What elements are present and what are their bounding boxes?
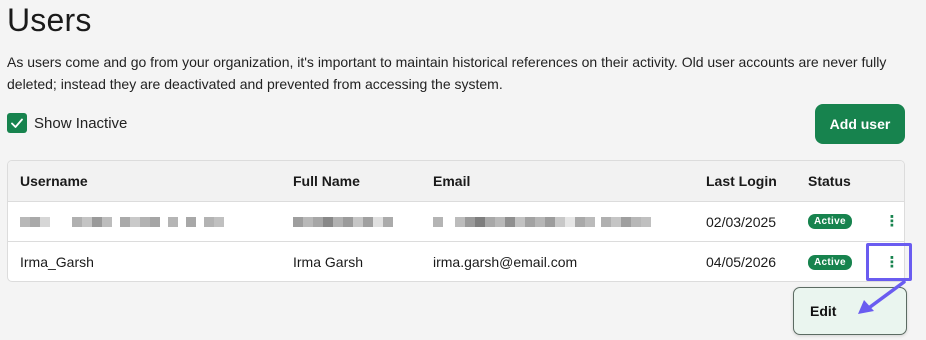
kebab-menu-icon[interactable]: ⋮: [885, 214, 900, 229]
redacted-email: [433, 202, 651, 241]
show-inactive-label: Show Inactive: [34, 114, 128, 132]
last-login: 02/03/2025: [706, 213, 777, 230]
edit-menu-item[interactable]: Edit: [810, 303, 836, 319]
column-header-status[interactable]: Status: [808, 161, 851, 201]
redacted-full-name: [293, 202, 393, 241]
column-header-email[interactable]: Email: [433, 161, 470, 201]
users-table: Username Full Name Email Last Login Stat…: [7, 160, 905, 282]
column-header-last-login[interactable]: Last Login: [706, 161, 777, 201]
show-inactive-checkbox[interactable]: [7, 113, 27, 133]
row-actions[interactable]: ⋮: [882, 202, 902, 241]
table-header: Username Full Name Email Last Login Stat…: [8, 161, 904, 202]
column-header-username[interactable]: Username: [20, 161, 88, 201]
page-title: Users: [7, 2, 92, 38]
show-inactive-toggle[interactable]: Show Inactive: [7, 113, 127, 133]
add-user-button[interactable]: Add user: [815, 104, 905, 144]
status-cell: Active: [808, 202, 852, 241]
last-login: 04/05/2026: [706, 254, 777, 270]
full-name: Irma Garsh: [293, 254, 364, 270]
pixelated-redaction: [293, 216, 393, 227]
redacted-username: [20, 202, 224, 241]
column-header-full-name[interactable]: Full Name: [293, 161, 360, 201]
page-description: As users come and go from your organizat…: [7, 54, 887, 92]
row-action-menu: Edit: [793, 287, 907, 335]
row-actions[interactable]: ⋮: [882, 242, 902, 281]
pixelated-redaction: [433, 216, 651, 227]
email: irma.garsh@email.com: [433, 254, 578, 270]
table-row[interactable]: Irma_Garsh Irma Garsh irma.garsh@email.c…: [8, 242, 904, 281]
checkmark-icon: [11, 118, 23, 128]
username: Irma_Garsh: [20, 254, 94, 270]
kebab-menu-icon[interactable]: ⋮: [885, 255, 900, 270]
status-cell: Active: [808, 242, 852, 281]
status-badge: Active: [808, 214, 852, 229]
pixelated-redaction: [20, 216, 224, 227]
table-row[interactable]: 02/03/2025 Active ⋮: [8, 202, 904, 242]
status-badge: Active: [808, 254, 852, 270]
